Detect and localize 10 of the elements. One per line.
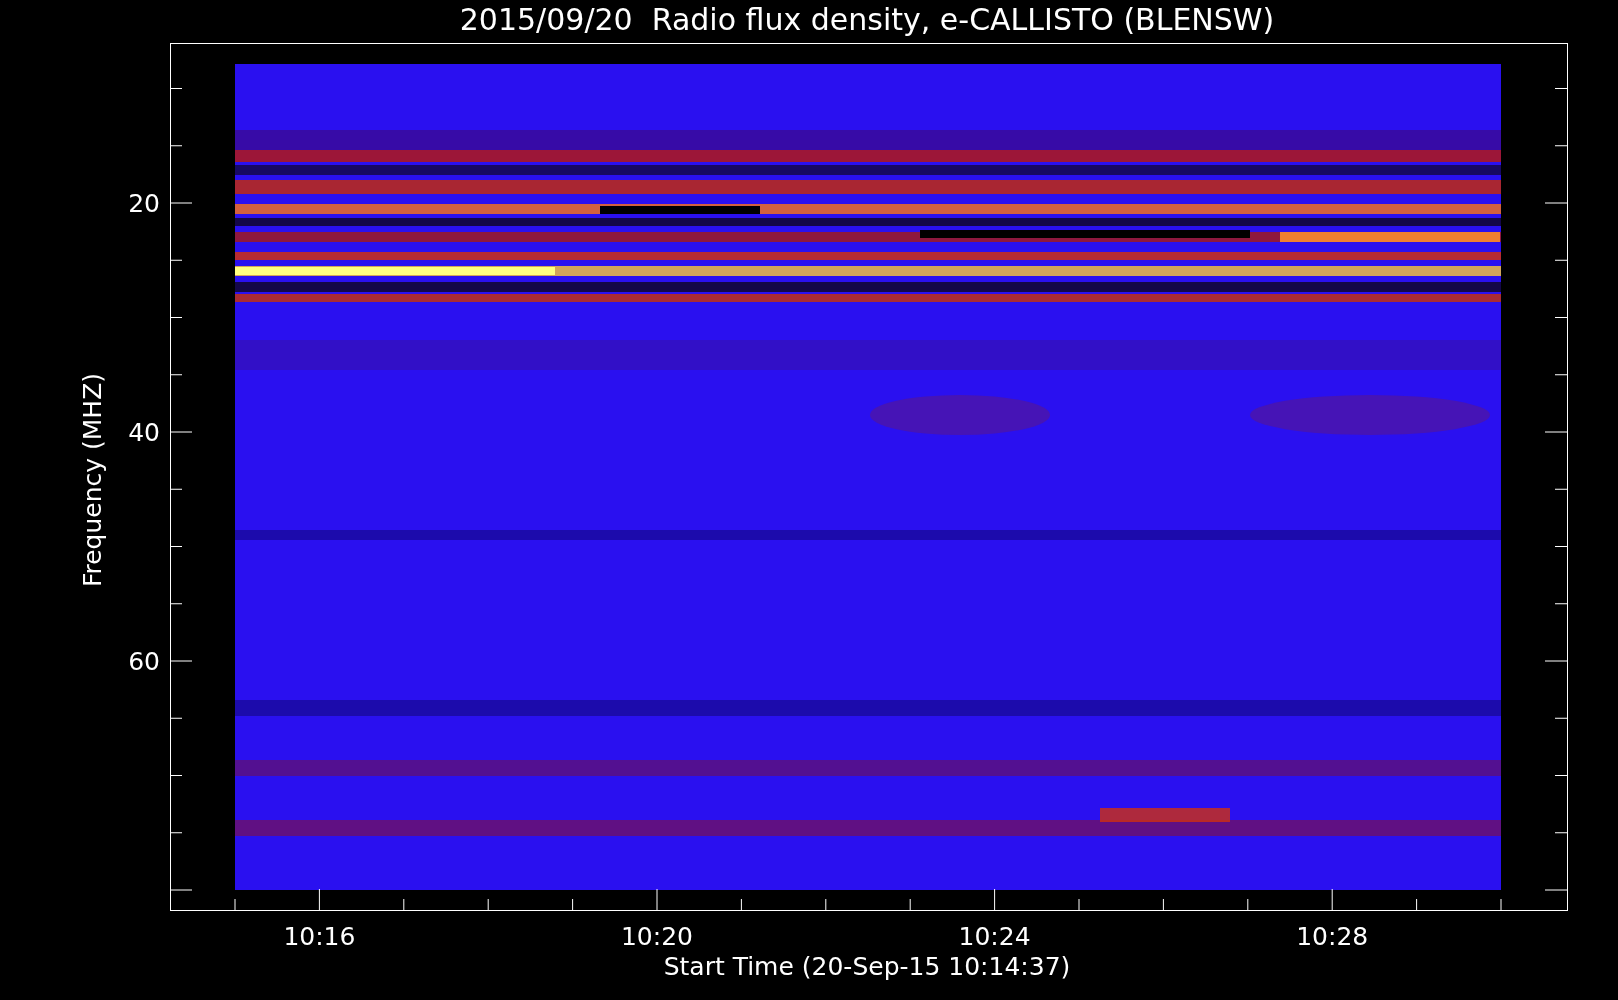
x-tick-label: 10:16 — [283, 922, 356, 951]
y-tick-label: 20 — [128, 189, 160, 218]
x-tick-label: 10:24 — [958, 922, 1031, 951]
y-tick-label: 40 — [128, 418, 160, 447]
chart-title: 2015/09/20 Radio flux density, e-CALLISTO (BLENSW) — [459, 2, 1275, 37]
y-tick-label: 60 — [128, 647, 160, 676]
x-axis-label: Start Time (20-Sep-15 10:14:37) — [663, 952, 1071, 981]
x-tick-label: 10:20 — [621, 922, 693, 951]
y-axis-label: Frequency (MHZ) — [78, 372, 107, 588]
x-tick-label: 10:28 — [1296, 922, 1369, 951]
